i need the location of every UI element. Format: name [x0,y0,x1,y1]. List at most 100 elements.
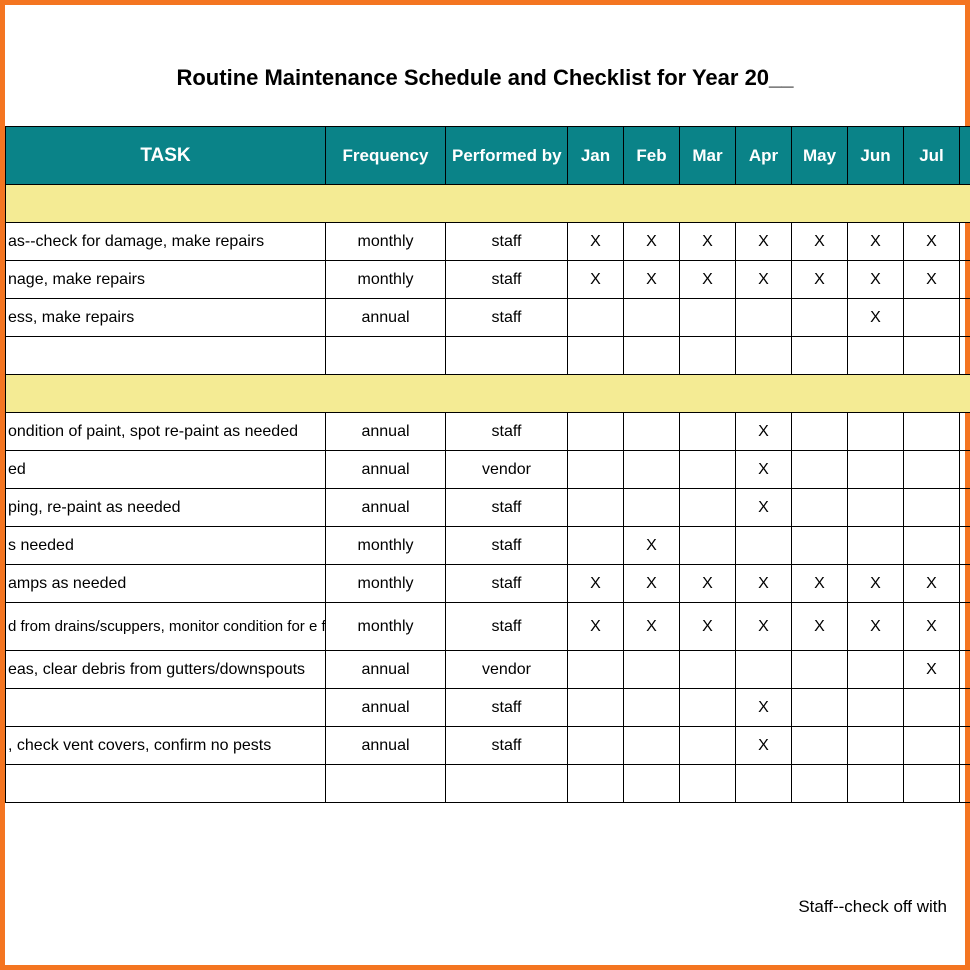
header-month-may: May [792,127,848,185]
month-cell [680,689,736,727]
month-cell [848,337,904,375]
performed-by-cell: staff [446,527,568,565]
task-cell: as--check for damage, make repairs [6,223,326,261]
month-cell [624,765,680,803]
month-cell [904,489,960,527]
performed-by-cell: staff [446,489,568,527]
table-row [6,765,970,803]
month-cell: X [736,689,792,727]
month-cell: X [904,565,960,603]
performed-by-cell: staff [446,413,568,451]
performed-by-cell [446,337,568,375]
month-cell: X [904,223,960,261]
month-cell [960,527,970,565]
table-row: s neededmonthlystaffX [6,527,970,565]
frequency-cell: annual [326,689,446,727]
footer-note: Staff--check off with [798,897,947,917]
month-cell [960,261,970,299]
month-cell [568,451,624,489]
performed-by-cell: staff [446,603,568,651]
table-row: annualstaffX [6,689,970,727]
month-cell [792,337,848,375]
table-row: ondition of paint, spot re-paint as need… [6,413,970,451]
task-cell: s needed [6,527,326,565]
month-cell: X [904,651,960,689]
month-cell [848,727,904,765]
month-cell [960,413,970,451]
header-frequency: Frequency [326,127,446,185]
task-cell: ping, re-paint as needed [6,489,326,527]
month-cell: X [736,489,792,527]
month-cell [624,689,680,727]
schedule-table: TASK Frequency Performed by Jan Feb Mar … [5,126,970,803]
month-cell [792,299,848,337]
month-cell: X [736,565,792,603]
month-cell [792,413,848,451]
month-cell [624,451,680,489]
month-cell [960,727,970,765]
frequency-cell: annual [326,299,446,337]
month-cell [792,689,848,727]
month-cell [792,765,848,803]
frequency-cell: monthly [326,261,446,299]
month-cell: X [792,565,848,603]
table-row: , check vent covers, confirm no pestsann… [6,727,970,765]
frequency-cell: annual [326,451,446,489]
month-cell [568,527,624,565]
document-title: Routine Maintenance Schedule and Checkli… [5,65,965,91]
month-cell: X [624,603,680,651]
header-performed-by: Performed by [446,127,568,185]
month-cell [624,413,680,451]
table-row: d from drains/scuppers, monitor conditio… [6,603,970,651]
table-row: ess, make repairsannualstaffX [6,299,970,337]
month-cell [904,727,960,765]
month-cell [624,489,680,527]
month-cell: X [568,261,624,299]
month-cell [568,689,624,727]
month-cell [568,413,624,451]
month-cell [960,603,970,651]
month-cell: X [848,223,904,261]
month-cell [736,527,792,565]
month-cell [848,413,904,451]
frequency-cell [326,765,446,803]
performed-by-cell: staff [446,261,568,299]
month-cell: X [680,603,736,651]
month-cell: X [624,565,680,603]
frequency-cell: annual [326,413,446,451]
task-cell: ondition of paint, spot re-paint as need… [6,413,326,451]
month-cell [792,727,848,765]
task-cell: eas, clear debris from gutters/downspout… [6,651,326,689]
month-cell [848,765,904,803]
month-cell [848,651,904,689]
header-task: TASK [6,127,326,185]
month-cell [792,489,848,527]
month-cell [680,765,736,803]
task-cell [6,689,326,727]
month-cell [624,299,680,337]
month-cell [568,651,624,689]
table-row: nage, make repairsmonthlystaffXXXXXXX [6,261,970,299]
frequency-cell: annual [326,727,446,765]
performed-by-cell: staff [446,727,568,765]
month-cell [960,489,970,527]
month-cell: X [624,261,680,299]
month-cell: X [848,261,904,299]
month-cell [736,337,792,375]
month-cell [960,565,970,603]
month-cell [680,413,736,451]
month-cell [736,651,792,689]
month-cell: X [904,603,960,651]
month-cell [568,727,624,765]
table-row: ping, re-paint as neededannualstaffX [6,489,970,527]
month-cell [904,765,960,803]
table-row [6,337,970,375]
month-cell [904,337,960,375]
month-cell [680,451,736,489]
month-cell: X [736,413,792,451]
table-row: as--check for damage, make repairsmonthl… [6,223,970,261]
header-month-apr: Apr [736,127,792,185]
month-cell [680,337,736,375]
month-cell [680,489,736,527]
month-cell [568,337,624,375]
